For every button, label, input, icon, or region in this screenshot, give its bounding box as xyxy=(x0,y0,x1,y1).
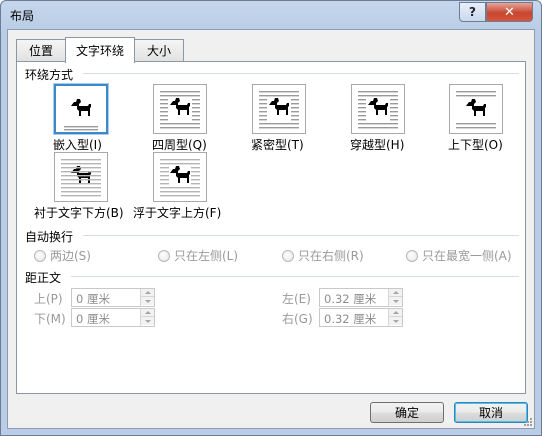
wrap-text-title: 自动换行 xyxy=(25,230,74,244)
wrap-option-in-front-text[interactable] xyxy=(153,152,207,202)
spinner-buttons xyxy=(140,309,154,326)
spinner-value: 0.32 厘米 xyxy=(324,312,377,326)
wrap-option-label: 浮于文字上方(F) xyxy=(133,206,222,220)
distance-right-label: 右(G) xyxy=(282,312,313,326)
wrap-option-top-bottom[interactable] xyxy=(449,84,503,134)
distance-title: 距正文 xyxy=(25,271,62,285)
distance-left-spinner[interactable]: 0.32 厘米 xyxy=(319,288,403,307)
wrap-option-label: 衬于文字下方(B) xyxy=(34,206,124,220)
radio-button[interactable] xyxy=(282,249,294,262)
chevron-down-icon xyxy=(392,319,399,323)
layout-dialog: 布局 ? ✕ 位置 文字环绕 大小 环绕方式 嵌入型(I) 四周型(Q) 紧密型… xyxy=(0,0,542,436)
chevron-down-icon xyxy=(144,319,151,323)
chevron-up-icon xyxy=(144,311,151,314)
behind-text-icon xyxy=(61,159,101,197)
spinner-up-button[interactable] xyxy=(141,309,154,317)
title-bar[interactable]: 布局 ? ✕ xyxy=(1,1,541,29)
spinner-down-button[interactable] xyxy=(389,317,402,325)
top-bottom-wrap-icon xyxy=(456,91,496,129)
dialog-body: 位置 文字环绕 大小 环绕方式 嵌入型(I) 四周型(Q) 紧密型(T) 穿越型… xyxy=(7,29,535,429)
distance-top-label: 上(P) xyxy=(34,292,63,306)
spinner-value: 0.32 厘米 xyxy=(324,292,377,306)
spinner-up-button[interactable] xyxy=(389,289,402,297)
wrap-style-title: 环绕方式 xyxy=(25,68,74,82)
chevron-up-icon xyxy=(392,291,399,294)
divider xyxy=(83,73,519,74)
distance-top-spinner[interactable]: 0 厘米 xyxy=(71,288,155,307)
chevron-up-icon xyxy=(392,311,399,314)
divider xyxy=(71,276,519,277)
window-title: 布局 xyxy=(10,9,35,23)
close-icon: ✕ xyxy=(504,4,515,20)
tab-size-label: 大小 xyxy=(146,44,171,58)
chevron-down-icon xyxy=(144,299,151,303)
spinner-down-button[interactable] xyxy=(141,297,154,305)
spinner-buttons xyxy=(388,309,402,326)
radio-label: 只在最宽一侧(A) xyxy=(422,249,512,263)
tab-panel-text-wrapping: 环绕方式 嵌入型(I) 四周型(Q) 紧密型(T) 穿越型(H) 上下型(O) … xyxy=(16,61,526,394)
square-wrap-icon xyxy=(160,91,200,129)
spinner-down-button[interactable] xyxy=(141,317,154,325)
chevron-down-icon xyxy=(392,299,399,303)
wrap-option-through[interactable] xyxy=(351,84,405,134)
resize-grip-icon[interactable] xyxy=(521,415,533,427)
ok-button[interactable]: 确定 xyxy=(370,402,444,423)
wrap-option-label: 穿越型(H) xyxy=(350,138,405,152)
radio-label: 两边(S) xyxy=(50,249,91,263)
wrap-option-label: 上下型(O) xyxy=(448,138,503,152)
radio-button[interactable] xyxy=(158,249,170,262)
ok-button-label: 确定 xyxy=(394,406,419,420)
in-front-text-icon xyxy=(160,159,200,197)
wrap-option-label: 紧密型(T) xyxy=(251,138,304,152)
tab-size[interactable]: 大小 xyxy=(134,39,184,61)
spinner-value: 0 厘米 xyxy=(76,312,110,326)
spinner-down-button[interactable] xyxy=(389,297,402,305)
tight-wrap-icon xyxy=(259,91,299,129)
tab-text-wrapping-label: 文字环绕 xyxy=(75,44,124,58)
cancel-button[interactable]: 取消 xyxy=(454,402,528,423)
distance-right-spinner[interactable]: 0.32 厘米 xyxy=(319,308,403,327)
spinner-value: 0 厘米 xyxy=(76,292,110,306)
chevron-up-icon xyxy=(144,291,151,294)
through-wrap-icon xyxy=(358,91,398,129)
help-icon: ? xyxy=(469,5,476,19)
wrap-option-tight[interactable] xyxy=(252,84,306,134)
wrap-option-label: 嵌入型(I) xyxy=(53,138,102,152)
divider xyxy=(83,235,519,236)
radio-both-sides[interactable]: 两边(S) xyxy=(34,247,91,264)
distance-bottom-spinner[interactable]: 0 厘米 xyxy=(71,308,155,327)
radio-button[interactable] xyxy=(34,249,46,262)
radio-left-only[interactable]: 只在左侧(L) xyxy=(158,247,238,264)
distance-bottom-label: 下(M) xyxy=(34,312,66,326)
spinner-up-button[interactable] xyxy=(389,309,402,317)
help-button[interactable]: ? xyxy=(459,2,486,22)
tab-position[interactable]: 位置 xyxy=(16,39,66,61)
spinner-up-button[interactable] xyxy=(141,289,154,297)
radio-right-only[interactable]: 只在右侧(R) xyxy=(282,247,364,264)
wrap-option-inline[interactable] xyxy=(54,84,108,134)
wrap-option-label: 四周型(Q) xyxy=(152,138,207,152)
distance-left-label: 左(E) xyxy=(282,292,311,306)
cancel-button-label: 取消 xyxy=(478,406,503,420)
close-button[interactable]: ✕ xyxy=(486,2,533,22)
tab-position-label: 位置 xyxy=(28,44,53,58)
radio-label: 只在右侧(R) xyxy=(298,249,364,263)
tab-text-wrapping[interactable]: 文字环绕 xyxy=(65,37,135,63)
spinner-buttons xyxy=(388,289,402,306)
radio-button[interactable] xyxy=(406,249,418,262)
wrap-option-behind-text[interactable] xyxy=(54,152,108,202)
wrap-option-square[interactable] xyxy=(153,84,207,134)
spinner-buttons xyxy=(140,289,154,306)
radio-largest-only[interactable]: 只在最宽一侧(A) xyxy=(406,247,512,264)
inline-wrap-icon xyxy=(64,99,98,131)
radio-label: 只在左侧(L) xyxy=(174,249,239,263)
